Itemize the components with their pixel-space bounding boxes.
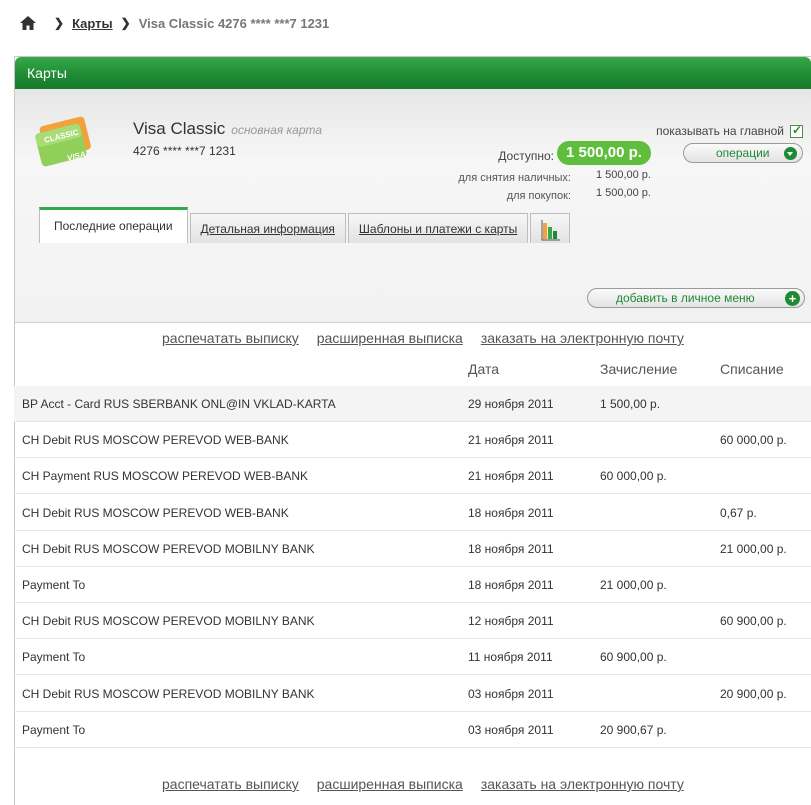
tab-templates[interactable]: Шаблоны и платежи с карты <box>347 213 529 243</box>
tabs: Последние операции Детальная информация … <box>39 207 572 243</box>
table-row[interactable]: Payment To 03 ноября 2011 20 900,67 р. <box>14 712 811 748</box>
operation-credit: 1 500,00 р. <box>600 397 661 411</box>
card-name: Visa Classic <box>133 119 226 138</box>
operation-date: 03 ноября 2011 <box>468 686 554 701</box>
column-debit: Списание <box>720 361 784 377</box>
operation-date: 18 ноября 2011 <box>468 541 554 556</box>
table-header: Дата Зачисление Списание <box>14 353 811 387</box>
operation-date: 12 ноября 2011 <box>468 614 554 629</box>
card-subtitle: основная карта <box>231 123 323 137</box>
add-to-menu-label: добавить в личное меню <box>616 291 755 305</box>
email-statement-link[interactable]: заказать на электронную почту <box>481 330 684 346</box>
show-on-main-label: показывать на главной <box>656 124 784 138</box>
table-row[interactable]: CH Debit RUS MOSCOW PEREVOD MOBILNY BANK… <box>14 603 811 640</box>
card-image: CLASSIC VISA <box>35 116 91 167</box>
chevron-down-icon <box>784 147 797 160</box>
purchase-value: 1 500,00 р. <box>595 187 651 199</box>
plus-icon: + <box>785 291 800 306</box>
panel-title: Карты <box>15 57 811 89</box>
show-on-main-checkbox[interactable] <box>790 123 803 138</box>
operation-date: 21 ноября 2011 <box>468 469 554 484</box>
breadcrumb-current: Visa Classic 4276 **** ***7 1231 <box>138 15 330 31</box>
operation-description: BP Acct - Card RUS SBERBANK ONL@IN VKLAD… <box>22 397 336 411</box>
purchase-label: для покупок: <box>506 190 571 202</box>
operation-credit: 60 000,00 р. <box>600 469 667 484</box>
operation-description: CH Debit RUS MOSCOW PEREVOD WEB-BANK <box>22 433 289 448</box>
operation-date: 11 ноября 2011 <box>468 650 553 665</box>
operations-label: операции <box>716 146 770 160</box>
statement-links-top: распечатать выписку расширенная выписка … <box>162 330 702 346</box>
available-balance-badge: 1 500,00 р. <box>557 141 651 165</box>
extended-statement-link[interactable]: расширенная выписка <box>317 776 463 792</box>
table-row[interactable]: CH Debit RUS MOSCOW PEREVOD MOBILNY BANK… <box>14 531 811 567</box>
column-date: Дата <box>468 361 500 377</box>
table-row[interactable]: Payment To 11 ноября 2011 60 900,00 р. <box>14 639 811 676</box>
chart-icon <box>541 220 561 241</box>
operation-debit: 60 900,00 р. <box>720 614 787 629</box>
show-on-main[interactable]: показывать на главной <box>656 123 803 138</box>
chevron-right-icon: ❯ <box>54 16 65 30</box>
operation-description: CH Payment RUS MOSCOW PEREVOD WEB-BANK <box>22 469 309 484</box>
operation-credit: 21 000,00 р. <box>600 578 667 592</box>
extended-statement-link[interactable]: расширенная выписка <box>317 330 463 346</box>
statement-links-bottom: распечатать выписку расширенная выписка … <box>162 776 702 792</box>
print-statement-link[interactable]: распечатать выписку <box>162 776 299 792</box>
operation-description: Payment To <box>22 578 86 592</box>
operation-date: 03 ноября 2011 <box>468 722 554 737</box>
operation-date: 18 ноября 2011 <box>468 505 554 520</box>
operation-date: 18 ноября 2011 <box>468 578 554 592</box>
table-row[interactable]: CH Debit RUS MOSCOW PEREVOD WEB-BANK 18 н… <box>14 495 811 531</box>
operation-credit: 20 900,67 р. <box>600 722 667 737</box>
add-to-personal-menu-button[interactable]: добавить в личное меню + <box>587 288 805 308</box>
card-title: Visa Classic основная карта <box>133 119 322 139</box>
operation-description: CH Debit RUS MOSCOW PEREVOD MOBILNY BANK <box>22 686 315 701</box>
table-row[interactable]: CH Payment RUS MOSCOW PEREVOD WEB-BANK 21… <box>14 458 811 495</box>
operation-description: CH Debit RUS MOSCOW PEREVOD MOBILNY BANK <box>22 541 315 556</box>
operation-debit: 21 000,00 р. <box>720 541 787 556</box>
cash-label: для снятия наличных: <box>458 172 571 184</box>
available-label: Доступно: <box>498 149 554 163</box>
print-statement-link[interactable]: распечатать выписку <box>162 330 299 346</box>
breadcrumb-cards-link[interactable]: Карты <box>72 16 113 31</box>
operation-debit: 0,67 р. <box>720 505 757 520</box>
operation-debit: 20 900,00 р. <box>720 686 787 701</box>
tab-recent-operations[interactable]: Последние операции <box>39 207 188 243</box>
operation-description: CH Debit RUS MOSCOW PEREVOD WEB-BANK <box>22 505 289 520</box>
email-statement-link[interactable]: заказать на электронную почту <box>481 776 684 792</box>
table-row[interactable]: CH Debit RUS MOSCOW PEREVOD WEB-BANK 21 н… <box>14 422 811 459</box>
cash-value: 1 500,00 р. <box>595 169 651 181</box>
operation-description: CH Debit RUS MOSCOW PEREVOD MOBILNY BANK <box>22 614 315 629</box>
operation-date: 29 ноября 2011 <box>468 397 554 411</box>
table-row[interactable]: CH Debit RUS MOSCOW PEREVOD MOBILNY BANK… <box>14 676 811 712</box>
home-icon[interactable] <box>20 16 36 30</box>
operation-credit: 60 900,00 р. <box>600 650 667 665</box>
operation-description: Payment To <box>22 722 86 737</box>
breadcrumb: ❯ Карты ❯ Visa Classic 4276 **** ***7 12… <box>0 0 811 46</box>
table-row[interactable]: BP Acct - Card RUS SBERBANK ONL@IN VKLAD… <box>14 386 811 422</box>
card-number: 4276 **** ***7 1231 <box>133 144 236 158</box>
operation-date: 21 ноября 2011 <box>468 433 554 448</box>
table-row[interactable]: Payment To 18 ноября 2011 21 000,00 р. <box>14 567 811 603</box>
operation-debit: 60 000,00 р. <box>720 433 787 448</box>
operation-description: Payment To <box>22 650 86 665</box>
column-credit: Зачисление <box>600 361 678 377</box>
chevron-right-icon: ❯ <box>120 16 131 30</box>
tab-chart[interactable] <box>530 213 571 243</box>
operations-button[interactable]: операции <box>683 143 803 163</box>
tab-details[interactable]: Детальная информация <box>189 213 346 243</box>
